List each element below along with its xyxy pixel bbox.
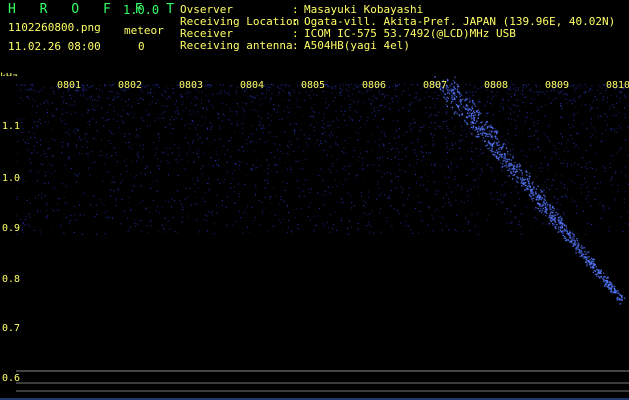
- x-tick-label: 0801: [57, 80, 82, 91]
- x-tick-label: 0810: [606, 80, 629, 91]
- spectrogram-plot: [0, 76, 629, 400]
- y-tick-label: 0.8: [2, 274, 21, 285]
- x-tick-label: 0809: [545, 80, 570, 91]
- y-tick-label: 1.0: [2, 173, 21, 184]
- x-tick-label: 0805: [301, 80, 326, 91]
- x-tick-label: 0804: [240, 80, 265, 91]
- x-tick-label: 0802: [118, 80, 143, 91]
- image-filename: 1102260800.png: [8, 21, 101, 34]
- y-tick-label: 0.6: [2, 373, 21, 384]
- y-tick-label: 0.7: [2, 323, 21, 334]
- info-row-antenna: Receiving antenna: A504HB(yagi 4el): [180, 39, 410, 52]
- x-tick-label: 0807: [423, 80, 448, 91]
- x-tick-label: 0808: [484, 80, 509, 91]
- header-panel: H R O F F T 1.0.0 1102260800.png 11.02.2…: [0, 0, 629, 76]
- app-version: 1.0.0: [123, 3, 160, 17]
- x-tick-label: 0803: [179, 80, 204, 91]
- meteor-count: 0: [138, 40, 145, 53]
- capture-datetime: 11.02.26 08:00: [8, 40, 101, 53]
- x-tick-label: 0806: [362, 80, 387, 91]
- plot-background: [0, 76, 629, 400]
- meteor-label: meteor: [124, 24, 164, 37]
- station-info: Ovserver: Masayuki Kobayashi Receiving L…: [180, 4, 615, 52]
- y-tick-label: 1.1: [2, 121, 21, 132]
- y-tick-label: 0.9: [2, 223, 21, 234]
